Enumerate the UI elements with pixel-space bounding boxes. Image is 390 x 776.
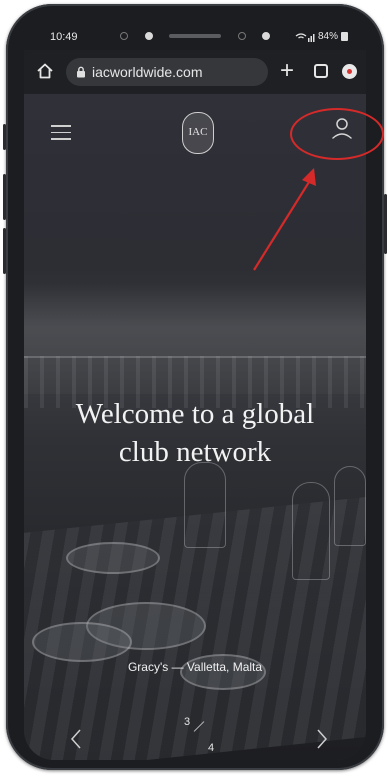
tabs-icon[interactable] xyxy=(314,64,328,78)
home-icon[interactable] xyxy=(36,62,54,80)
phone-side-button xyxy=(3,124,6,150)
battery-percent: 84% xyxy=(317,31,338,42)
headline-line-2: club network xyxy=(118,436,272,468)
hamburger-menu-icon[interactable] xyxy=(51,125,71,145)
status-bar: 10:49 84% xyxy=(24,22,366,50)
camera-notch xyxy=(120,28,270,44)
hero-caption: Gracy's — Valletta, Malta xyxy=(127,660,263,674)
status-time: 10:49 xyxy=(50,31,78,43)
slide-total: 4 xyxy=(208,742,215,754)
annotation-arrow xyxy=(253,168,316,271)
menu-line xyxy=(51,131,71,133)
annotation-highlight-circle xyxy=(290,108,384,160)
address-bar[interactable]: iacworldwide.com xyxy=(66,58,268,86)
sensor-dot xyxy=(237,32,246,40)
chevron-right-icon[interactable] xyxy=(316,728,328,750)
status-indicators: 84% xyxy=(295,31,348,42)
phone-side-button xyxy=(3,228,6,274)
wifi-signal-icon xyxy=(295,32,315,42)
background-glass xyxy=(184,462,226,548)
camera-lens xyxy=(144,32,153,40)
background-glass xyxy=(334,466,366,546)
url-text: iacworldwide.com xyxy=(92,64,203,80)
slide-current: 3 xyxy=(184,716,191,728)
menu-line xyxy=(51,138,71,140)
background-plate xyxy=(32,622,132,662)
background-glass xyxy=(292,482,330,580)
menu-line xyxy=(51,125,71,127)
headline-line-1: Welcome to a global xyxy=(75,398,315,430)
hero-headline: Welcome to a global club network xyxy=(24,395,366,471)
browser-menu-icon[interactable] xyxy=(342,64,357,79)
plus-icon[interactable]: + xyxy=(280,56,294,86)
chevron-left-icon[interactable] xyxy=(70,728,82,750)
background-plate xyxy=(66,542,160,574)
phone-power-button xyxy=(384,194,387,254)
lock-icon xyxy=(77,66,85,78)
speaker-bar xyxy=(169,34,221,38)
battery-icon xyxy=(341,32,348,41)
camera-dot xyxy=(120,32,128,40)
phone-side-button xyxy=(3,174,6,220)
sensor-lens xyxy=(262,32,270,40)
browser-toolbar: iacworldwide.com + xyxy=(24,50,366,94)
site-logo[interactable]: IAC xyxy=(182,112,214,154)
